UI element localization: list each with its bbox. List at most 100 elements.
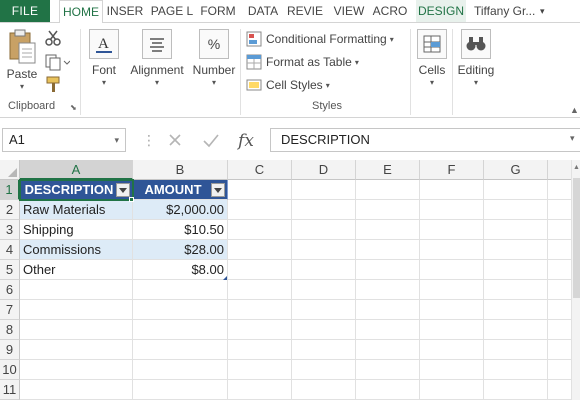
table-cell-amount[interactable]: $10.50 (133, 220, 228, 240)
column-header-c[interactable]: C (228, 160, 292, 180)
tab-home[interactable]: HOME (59, 0, 103, 23)
grid-cell[interactable] (133, 320, 228, 340)
grid-cell[interactable] (292, 300, 356, 320)
grid-cell[interactable] (228, 340, 292, 360)
grid-cell[interactable] (420, 180, 484, 200)
row-header[interactable]: 1 (0, 180, 20, 200)
insert-function-button[interactable]: fx (235, 130, 257, 152)
number-button[interactable]: % Number ▾ (192, 29, 236, 87)
grid-cell[interactable] (133, 300, 228, 320)
row-header[interactable]: 8 (0, 320, 20, 340)
font-button[interactable]: A Font ▾ (86, 29, 122, 87)
grid-cell[interactable] (228, 260, 292, 280)
grid-cell[interactable] (356, 280, 420, 300)
chevron-down-icon[interactable]: ▾ (456, 78, 496, 87)
chevron-down-icon[interactable]: ▾ (86, 78, 122, 87)
grid-cell[interactable] (484, 220, 548, 240)
grid-cell[interactable] (484, 380, 548, 400)
grid-cell[interactable] (484, 360, 548, 380)
grid-cell[interactable] (228, 180, 292, 200)
tab-formulas[interactable]: FORM (197, 0, 239, 22)
grid-cell[interactable] (133, 280, 228, 300)
table-cell-description[interactable]: Shipping (20, 220, 133, 240)
table-cell-description[interactable]: Commissions (20, 240, 133, 260)
chevron-down-icon[interactable]: ▾ (4, 82, 40, 91)
row-header[interactable]: 3 (0, 220, 20, 240)
tab-insert[interactable]: INSER (104, 0, 146, 22)
grid-cell[interactable] (292, 260, 356, 280)
grid-cell[interactable] (420, 300, 484, 320)
grid-cell[interactable] (20, 380, 133, 400)
tab-review[interactable]: REVIE (285, 0, 325, 22)
grid-cell[interactable] (356, 380, 420, 400)
tab-design[interactable]: DESIGN (416, 0, 466, 22)
format-painter-button[interactable] (44, 75, 64, 93)
grid-cell[interactable] (20, 360, 133, 380)
scrollbar-thumb[interactable] (573, 178, 580, 298)
copy-button[interactable] (44, 53, 71, 71)
grid-cell[interactable] (228, 300, 292, 320)
row-header[interactable]: 2 (0, 200, 20, 220)
cells-button[interactable]: Cells ▾ (416, 29, 448, 87)
grid-cell[interactable] (356, 180, 420, 200)
grid-cell[interactable] (356, 340, 420, 360)
chevron-down-icon[interactable]: ▾ (192, 78, 236, 87)
grid-cell[interactable] (20, 300, 133, 320)
column-header-g[interactable]: G (484, 160, 548, 180)
paste-button[interactable]: Paste ▾ (4, 29, 40, 91)
grid-cell[interactable] (20, 320, 133, 340)
grid-cell[interactable] (484, 180, 548, 200)
fill-handle[interactable] (129, 197, 134, 202)
grid-cell[interactable] (356, 360, 420, 380)
column-header-a[interactable]: A (20, 160, 133, 180)
confirm-entry-button[interactable] (200, 130, 222, 152)
cancel-entry-button[interactable] (164, 130, 186, 152)
grid-cell[interactable] (356, 300, 420, 320)
user-account-name[interactable]: Tiffany Gr... (474, 0, 535, 22)
formula-bar-grip-icon[interactable]: ⋮ (142, 132, 156, 148)
grid-cell[interactable] (356, 320, 420, 340)
grid-cell[interactable] (292, 240, 356, 260)
column-header-f[interactable]: F (420, 160, 484, 180)
grid-cell[interactable] (292, 280, 356, 300)
select-all-button[interactable] (0, 160, 20, 180)
grid-cell[interactable] (484, 200, 548, 220)
column-header-d[interactable]: D (292, 160, 356, 180)
grid-cell[interactable] (356, 220, 420, 240)
table-cell-amount[interactable]: $2,000.00 (133, 200, 228, 220)
row-header[interactable]: 4 (0, 240, 20, 260)
tab-file[interactable]: FILE (0, 0, 50, 22)
column-header-b[interactable]: B (133, 160, 228, 180)
row-header[interactable]: 10 (0, 360, 20, 380)
name-box[interactable]: A1 ▾ (2, 128, 126, 152)
table-cell-description[interactable]: Other (20, 260, 133, 280)
scroll-up-icon[interactable]: ▲ (573, 164, 580, 171)
grid-cell[interactable] (20, 280, 133, 300)
worksheet-grid[interactable]: A B C D E F G 1 2 3 4 5 6 7 8 9 10 11 DE… (0, 160, 580, 400)
clipboard-launcher-icon[interactable]: ⬊ (70, 103, 77, 112)
grid-cell[interactable] (292, 220, 356, 240)
grid-cell[interactable] (484, 300, 548, 320)
grid-cell[interactable] (228, 320, 292, 340)
grid-cell[interactable] (228, 240, 292, 260)
grid-cell[interactable] (228, 380, 292, 400)
grid-cell[interactable] (484, 240, 548, 260)
editing-button[interactable]: Editing ▾ (456, 29, 496, 87)
grid-cell[interactable] (133, 340, 228, 360)
grid-cell[interactable] (292, 180, 356, 200)
grid-cell[interactable] (420, 200, 484, 220)
alignment-button[interactable]: Alignment ▾ (126, 29, 188, 87)
conditional-formatting-button[interactable]: Conditional Formatting ▾ (246, 29, 394, 49)
formula-input[interactable]: DESCRIPTION (270, 128, 580, 152)
column-header-e[interactable]: E (356, 160, 420, 180)
row-header[interactable]: 9 (0, 340, 20, 360)
grid-cell[interactable] (356, 240, 420, 260)
tab-acrobat[interactable]: ACRO (369, 0, 411, 22)
grid-cell[interactable] (133, 360, 228, 380)
tab-page-layout[interactable]: PAGE L (150, 0, 194, 22)
grid-cell[interactable] (420, 340, 484, 360)
filter-dropdown-button[interactable] (116, 183, 130, 197)
grid-cell[interactable] (420, 260, 484, 280)
filter-dropdown-button[interactable] (211, 183, 225, 197)
format-as-table-button[interactable]: Format as Table ▾ (246, 52, 359, 72)
